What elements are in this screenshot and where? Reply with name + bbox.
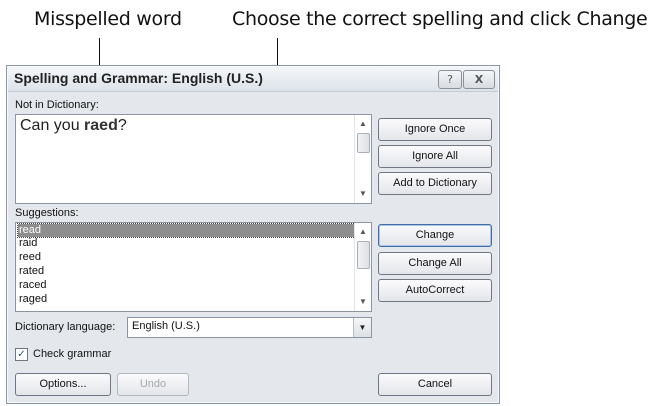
scroll-down-icon[interactable]: ▼	[355, 295, 371, 309]
check-grammar-label[interactable]: Check grammar	[33, 348, 111, 360]
undo-button[interactable]: Undo	[117, 373, 189, 396]
options-button[interactable]: Options...	[15, 373, 111, 396]
not-in-dictionary-textbox[interactable]: Can you raed? ▲ ▼	[15, 114, 372, 204]
check-grammar-checkbox[interactable]: ✓	[15, 348, 28, 361]
ignore-all-button[interactable]: Ignore All	[378, 145, 492, 168]
help-button[interactable]: ?	[438, 70, 462, 89]
scroll-down-icon[interactable]: ▼	[355, 187, 371, 201]
suggestions-label: Suggestions:	[15, 207, 79, 219]
scroll-thumb[interactable]	[357, 241, 370, 269]
suggestion-item[interactable]: raid	[18, 237, 355, 250]
close-button[interactable]: X	[463, 70, 495, 89]
dictionary-language-value: English (U.S.)	[132, 320, 200, 332]
cancel-button[interactable]: Cancel	[378, 373, 492, 396]
add-to-dictionary-button[interactable]: Add to Dictionary	[378, 172, 492, 195]
suggestion-item-selected[interactable]: read	[17, 223, 356, 238]
close-icon: X	[474, 73, 484, 86]
scroll-up-icon[interactable]: ▲	[355, 117, 371, 131]
misspelled-word: raed	[84, 117, 118, 134]
not-in-dictionary-label: Not in Dictionary:	[15, 99, 99, 111]
suggestion-item[interactable]: rated	[18, 265, 355, 278]
scroll-thumb[interactable]	[357, 133, 370, 153]
dialog-titlebar[interactable]: Spelling and Grammar: English (U.S.) ? X	[8, 67, 498, 92]
change-all-button[interactable]: Change All	[378, 252, 492, 275]
dictionary-language-label: Dictionary language:	[15, 321, 116, 333]
suggestions-scrollbar[interactable]: ▲ ▼	[354, 223, 371, 311]
misspelled-word-callout: Misspelled word	[34, 8, 182, 30]
suggestion-item[interactable]: raged	[18, 293, 355, 306]
choose-spelling-callout: Choose the correct spelling and click Ch…	[232, 8, 648, 30]
not-in-dictionary-scrollbar[interactable]: ▲ ▼	[354, 115, 371, 203]
suggestion-item[interactable]: raced	[18, 279, 355, 292]
suggestion-item[interactable]: reed	[18, 251, 355, 264]
help-icon: ?	[447, 73, 453, 86]
autocorrect-button[interactable]: AutoCorrect	[378, 279, 492, 302]
ignore-once-button[interactable]: Ignore Once	[378, 118, 492, 141]
spelling-grammar-dialog: Spelling and Grammar: English (U.S.) ? X…	[6, 65, 500, 404]
change-button[interactable]: Change	[378, 224, 492, 247]
suggestions-list[interactable]: read raid reed rated raced raged ▲ ▼	[15, 222, 372, 312]
dropdown-arrow-icon[interactable]: ▼	[353, 318, 371, 337]
not-in-dictionary-text: Can you raed?	[20, 117, 127, 134]
dialog-title: Spelling and Grammar: English (U.S.)	[14, 70, 263, 86]
dictionary-language-select[interactable]: English (U.S.) ▼	[127, 317, 372, 338]
scroll-up-icon[interactable]: ▲	[355, 225, 371, 239]
